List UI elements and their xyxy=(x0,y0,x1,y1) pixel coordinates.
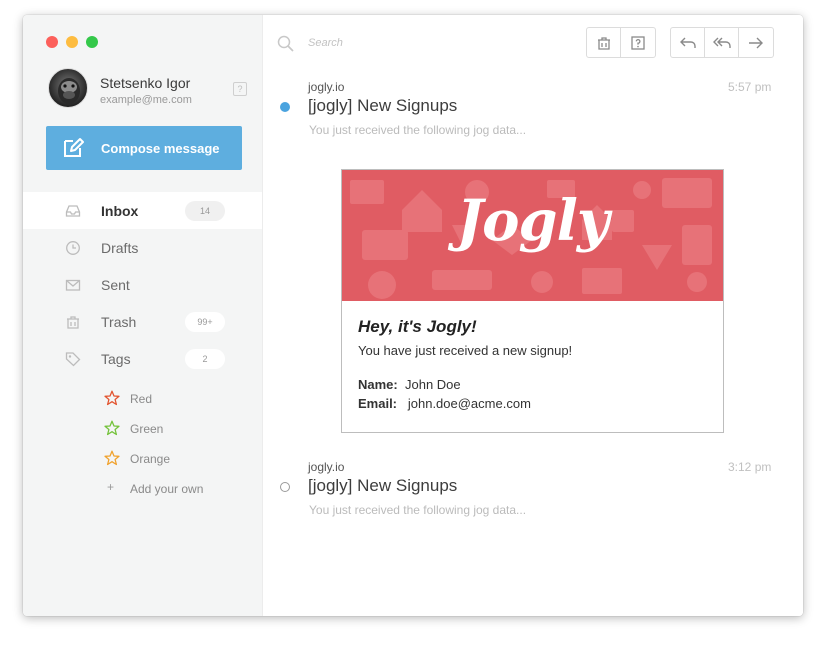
email-body-card: Jogly Hey, it's Jogly! You have just rec… xyxy=(341,169,724,433)
forward-button[interactable] xyxy=(739,28,773,57)
jogly-logo: Jogly xyxy=(456,188,610,254)
star-icon xyxy=(104,420,120,436)
email-value[interactable]: john.doe@acme.com xyxy=(408,396,531,411)
nav-item-tags[interactable]: Tags 2 xyxy=(23,340,263,377)
avatar xyxy=(48,68,88,108)
nav-label: Drafts xyxy=(101,240,139,256)
tag-label: Green xyxy=(130,422,164,436)
sidebar: Stetsenko Igor example@me.com ? Compose … xyxy=(23,15,263,616)
message-preview: You just received the following jog data… xyxy=(309,123,527,137)
email-label: Email: xyxy=(358,396,398,411)
nav-label: Trash xyxy=(101,314,137,330)
minimize-window-button[interactable] xyxy=(66,36,78,48)
envelope-icon xyxy=(65,279,81,291)
close-window-button[interactable] xyxy=(46,36,58,48)
compose-label: Compose message xyxy=(101,141,220,156)
reply-icon xyxy=(679,37,696,48)
plus-icon: + xyxy=(107,480,115,494)
profile-email: example@me.com xyxy=(100,94,192,106)
message-time: 5:57 pm xyxy=(728,80,772,94)
brand-banner: Jogly xyxy=(342,170,723,301)
toolbar-group-actions xyxy=(586,27,656,58)
message-preview: You just received the following jog data… xyxy=(309,503,527,517)
tag-label: Red xyxy=(130,392,153,406)
card-title: Hey, it's Jogly! xyxy=(358,317,477,336)
profile-name: Stetsenko Igor xyxy=(100,75,191,91)
message-sender: jogly.io xyxy=(308,80,345,94)
zoom-window-button[interactable] xyxy=(86,36,98,48)
nav-item-trash[interactable]: Trash 99+ xyxy=(23,303,263,340)
card-subtitle: You have just received a new signup! xyxy=(358,343,573,358)
help-button[interactable] xyxy=(621,28,655,57)
question-icon[interactable]: ? xyxy=(233,82,247,96)
forward-icon xyxy=(749,37,763,48)
message-subject: [jogly] New Signups xyxy=(308,96,458,115)
tag-item-green[interactable]: Green xyxy=(23,418,263,448)
star-icon xyxy=(104,450,120,466)
message-pane: Search jogly.io 5:57 pm [jogly] New Sign… xyxy=(263,15,803,616)
tags-count-badge: 2 xyxy=(185,349,225,369)
nav-item-inbox[interactable]: Inbox 14 xyxy=(23,192,263,229)
tag-item-red[interactable]: Red xyxy=(23,388,263,418)
delete-button[interactable] xyxy=(587,28,621,57)
message-subject: [jogly] New Signups xyxy=(308,476,458,495)
tag-list: Red Green Orange + Add your own xyxy=(23,388,263,508)
tag-icon xyxy=(65,352,81,367)
search-icon[interactable] xyxy=(277,35,295,53)
toolbar-group-reply xyxy=(670,27,774,58)
reply-button[interactable] xyxy=(671,28,705,57)
unread-indicator[interactable] xyxy=(280,102,290,112)
tag-item-orange[interactable]: Orange xyxy=(23,448,263,478)
window-controls xyxy=(46,36,98,48)
star-icon xyxy=(104,390,120,406)
message-time: 3:12 pm xyxy=(728,460,772,474)
nav-item-sent[interactable]: Sent xyxy=(23,266,263,303)
user-profile[interactable]: Stetsenko Igor example@me.com ? xyxy=(48,68,248,110)
reply-all-icon xyxy=(712,37,731,48)
trash-count-badge: 99+ xyxy=(185,312,225,332)
inbox-count-badge: 14 xyxy=(185,201,225,221)
signup-name-row: Name: John Doe xyxy=(358,377,461,392)
reply-all-button[interactable] xyxy=(705,28,739,57)
nav-item-drafts[interactable]: Drafts xyxy=(23,229,263,266)
nav-label: Inbox xyxy=(101,203,139,219)
compose-button[interactable]: Compose message xyxy=(46,126,242,170)
read-indicator[interactable] xyxy=(280,482,290,492)
compose-icon xyxy=(64,138,84,157)
search-input[interactable]: Search xyxy=(308,37,343,49)
signup-email-row: Email: john.doe@acme.com xyxy=(358,396,531,411)
trash-icon xyxy=(597,36,610,50)
nav-label: Tags xyxy=(101,351,131,367)
add-tag-label: Add your own xyxy=(130,482,204,496)
inbox-icon xyxy=(65,205,81,217)
name-value: John Doe xyxy=(404,377,461,392)
question-icon xyxy=(631,35,645,50)
nav-label: Sent xyxy=(101,277,130,293)
tag-label: Orange xyxy=(130,452,171,466)
message-sender: jogly.io xyxy=(308,460,345,474)
name-label: Name: xyxy=(358,377,398,392)
trash-icon xyxy=(67,316,79,329)
clock-icon xyxy=(66,241,80,255)
mailbox-nav: Inbox 14 Drafts Sent Trash 99+ Tags 2 xyxy=(23,192,263,377)
add-tag-button[interactable]: + Add your own xyxy=(23,478,263,508)
mail-window: Stetsenko Igor example@me.com ? Compose … xyxy=(23,15,803,616)
